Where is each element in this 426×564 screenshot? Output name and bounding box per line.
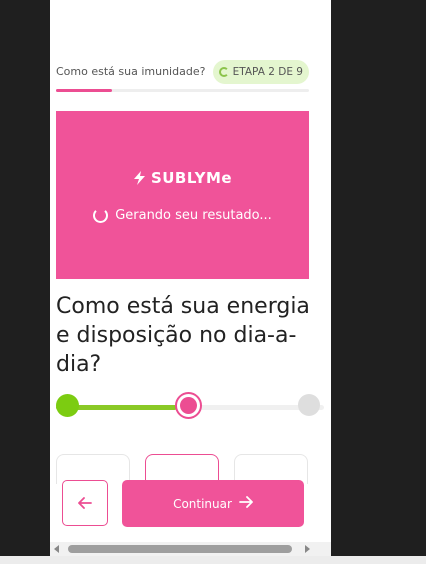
loading-card: SUBLYMe Gerando seu resutado...: [56, 111, 309, 279]
progress-spinner-icon: [218, 67, 229, 77]
taskbar-strip: [0, 556, 426, 564]
quiz-header: Como está sua imunidade? ETAPA 2 DE 9: [56, 60, 309, 84]
continue-button[interactable]: Continuar: [122, 480, 304, 527]
step-progress-bar: [56, 89, 309, 92]
bolt-icon: [133, 171, 146, 185]
question-title: Como está sua energia e disposição no di…: [56, 294, 310, 377]
back-button[interactable]: [62, 480, 108, 526]
brand-name: SUBLYMe: [150, 169, 233, 187]
brand-logo: SUBLYMe: [56, 169, 309, 187]
loading-message: Gerando seu resutado...: [115, 208, 272, 223]
scrollbar-corner: [314, 542, 331, 556]
energy-slider-thumb[interactable]: [175, 392, 202, 419]
step-progress-fill: [56, 89, 112, 92]
horizontal-scrollbar[interactable]: [50, 542, 314, 556]
horizontal-scroll-thumb[interactable]: [68, 545, 292, 553]
slider-start-dot[interactable]: [56, 394, 79, 417]
continue-label: Continuar: [173, 496, 232, 511]
step-badge-label: ETAPA 2 DE 9: [232, 66, 303, 78]
arrow-left-icon: [78, 494, 92, 513]
loading-status: Gerando seu resutado...: [56, 208, 309, 223]
scroll-left-arrow-icon[interactable]: [54, 545, 59, 553]
app-window: Como está sua imunidade? ETAPA 2 DE 9 SU…: [50, 0, 331, 556]
loading-spinner-icon: [93, 208, 109, 223]
slider-end-dot[interactable]: [298, 394, 320, 416]
scroll-right-arrow-icon[interactable]: [305, 545, 310, 553]
step-badge: ETAPA 2 DE 9: [212, 60, 309, 84]
quiz-topic-label: Como está sua imunidade?: [56, 65, 206, 78]
arrow-right-icon: [239, 496, 253, 511]
